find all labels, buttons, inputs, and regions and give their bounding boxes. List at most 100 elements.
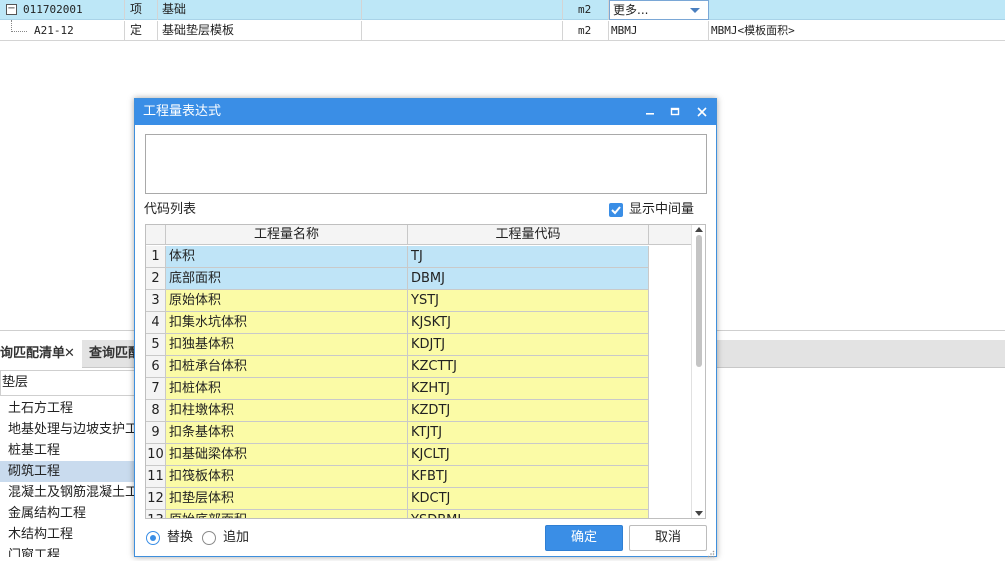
code-list-row[interactable]: 6 扣桩承台体积 KZCTTJ: [146, 356, 649, 378]
quantity-name-cell: 扣垫层体积: [166, 488, 408, 509]
minimize-icon[interactable]: [637, 99, 663, 125]
code-list-row[interactable]: 7 扣桩体积 KZHTJ: [146, 378, 649, 400]
row-spec: [362, 0, 563, 20]
chevron-down-icon[interactable]: [690, 8, 700, 13]
row-number: 8: [146, 400, 166, 421]
code-cell: A21-12: [0, 21, 125, 41]
search-input[interactable]: 垫层: [0, 370, 136, 396]
code-list-row[interactable]: 9 扣条基体积 KTJTJ: [146, 422, 649, 444]
code-cell: − 011702001: [0, 0, 125, 20]
tab-label: 询匹配清单: [0, 346, 66, 361]
code-list-table: 工程量名称 工程量代码 1 体积 TJ 2 底部面积 DBMJ 3 原始体积 YSTJ 4 扣集水坑…: [145, 224, 706, 519]
quantity-code-cell: YSTJ: [408, 290, 649, 311]
mode-replace-radio[interactable]: [146, 531, 160, 545]
tree-item[interactable]: 混凝土及钢筋混凝土工程: [0, 482, 136, 503]
row-number: 6: [146, 356, 166, 377]
grid-row-A21-12[interactable]: A21-12 定 基础垫层模板 m2 MBMJ MBMJ<模板面积>: [0, 21, 1005, 41]
scrollbar-thumb[interactable]: [696, 235, 702, 367]
quantity-name-cell: 扣桩承台体积: [166, 356, 408, 377]
row-code: A21-12: [34, 24, 74, 37]
tree-item[interactable]: 土石方工程: [0, 398, 136, 419]
row-number: 5: [146, 334, 166, 355]
tab-query-match[interactable]: 查询匹配: [89, 340, 135, 368]
scroll-down-icon[interactable]: [695, 511, 703, 516]
tree-item[interactable]: 地基处理与边坡支护工程: [0, 419, 136, 440]
row-unit: m2: [563, 0, 609, 20]
quantity-name-cell: 体积: [166, 246, 408, 267]
expression-input[interactable]: [145, 134, 707, 194]
code-list-row[interactable]: 4 扣集水坑体积 KJSKTJ: [146, 312, 649, 334]
category-tree: 土石方工程 地基处理与边坡支护工程 桩基工程 砌筑工程 混凝土及钢筋混凝土工程 …: [0, 398, 136, 557]
row-unit: m2: [563, 21, 609, 41]
mode-replace-label: 替换: [167, 530, 194, 545]
code-list-header: 工程量名称 工程量代码: [146, 225, 691, 245]
quantity-code-cell: DBMJ: [408, 268, 649, 289]
code-list-row[interactable]: 2 底部面积 DBMJ: [146, 268, 649, 290]
tree-item[interactable]: 金属结构工程: [0, 503, 136, 524]
vertical-scrollbar[interactable]: [691, 225, 705, 518]
row-number: 12: [146, 488, 166, 509]
mode-append-label: 追加: [223, 530, 250, 545]
row-type: 项: [125, 0, 158, 20]
row-number: 9: [146, 422, 166, 443]
expression-combo[interactable]: 更多...: [609, 0, 709, 20]
quantity-name-cell: 扣条基体积: [166, 422, 408, 443]
code-list-row[interactable]: 1 体积 TJ: [146, 246, 649, 268]
row-expr[interactable]: MBMJ: [609, 21, 709, 41]
row-name: 基础垫层模板: [158, 21, 362, 41]
ok-button[interactable]: 确定: [545, 525, 623, 551]
collapse-icon[interactable]: −: [6, 4, 17, 15]
quantity-code-cell: KZDTJ: [408, 400, 649, 421]
tab-query-match-list[interactable]: 询匹配清单 ✕: [0, 340, 82, 368]
quantity-name-cell: 扣桩体积: [166, 378, 408, 399]
code-list-row[interactable]: 12 扣垫层体积 KDCTJ: [146, 488, 649, 510]
tree-item[interactable]: 桩基工程: [0, 440, 136, 461]
code-list-row[interactable]: 3 原始体积 YSTJ: [146, 290, 649, 312]
row-number: 3: [146, 290, 166, 311]
row-number: 13: [146, 510, 166, 518]
tree-item[interactable]: 木结构工程: [0, 524, 136, 545]
row-spec: [362, 21, 563, 41]
maximize-icon[interactable]: [662, 99, 688, 125]
quantity-code-cell: KJCLTJ: [408, 444, 649, 465]
close-icon[interactable]: ✕: [64, 340, 75, 367]
mode-append-radio[interactable]: [202, 531, 216, 545]
row-number: 10: [146, 444, 166, 465]
tree-item[interactable]: 门窗工程: [0, 545, 136, 557]
resize-grip-icon[interactable]: [707, 547, 715, 558]
row-expr-desc: [709, 0, 1005, 20]
close-icon[interactable]: [689, 99, 715, 125]
row-number: 4: [146, 312, 166, 333]
cancel-button[interactable]: 取消: [629, 525, 707, 551]
dialog-title-bar[interactable]: 工程量表达式: [135, 99, 716, 125]
quantity-code-cell: KZHTJ: [408, 378, 649, 399]
scroll-up-icon[interactable]: [695, 227, 703, 232]
expression-combo-value: 更多...: [613, 3, 649, 17]
code-list-row[interactable]: 11 扣筏板体积 KFBTJ: [146, 466, 649, 488]
quantity-code-cell: KDJTJ: [408, 334, 649, 355]
quantity-name-cell: 底部面积: [166, 268, 408, 289]
code-list-label: 代码列表: [144, 202, 197, 217]
row-type: 定: [125, 21, 158, 41]
quantity-code-cell: KTJTJ: [408, 422, 649, 443]
quantity-name-cell: 扣集水坑体积: [166, 312, 408, 333]
show-intermediate-label: 显示中间量: [629, 202, 695, 217]
code-list-row[interactable]: 10 扣基础梁体积 KJCLTJ: [146, 444, 649, 466]
row-number-header: [146, 225, 166, 245]
show-intermediate-checkbox[interactable]: [609, 203, 623, 217]
code-list-row[interactable]: 13原始底部面积YSDBMJ: [146, 510, 649, 518]
dialog-title: 工程量表达式: [143, 104, 222, 119]
quantity-code-cell: KZCTTJ: [408, 356, 649, 377]
row-number: 7: [146, 378, 166, 399]
grid-row-011702001[interactable]: − 011702001 项 基础 m2 更多...: [0, 0, 1005, 20]
tree-item-selected[interactable]: 砌筑工程: [0, 461, 136, 482]
quantity-name-cell: 扣独基体积: [166, 334, 408, 355]
quantity-list-grid: − 011702001 项 基础 m2 更多... A21-12 定 基础垫层模…: [0, 0, 1005, 42]
code-list-row[interactable]: 8 扣柱墩体积 KZDTJ: [146, 400, 649, 422]
quantity-name-cell: 扣筏板体积: [166, 466, 408, 487]
quantity-code-cell: KFBTJ: [408, 466, 649, 487]
row-name: 基础: [158, 0, 362, 20]
quantity-expression-dialog: 工程量表达式 代码列表 显示中间量 工程量名称 工程量代码 1 体积 TJ 2 底部面积…: [134, 98, 717, 558]
code-list-row[interactable]: 5 扣独基体积 KDJTJ: [146, 334, 649, 356]
quantity-code-cell: YSDBMJ: [408, 510, 649, 518]
